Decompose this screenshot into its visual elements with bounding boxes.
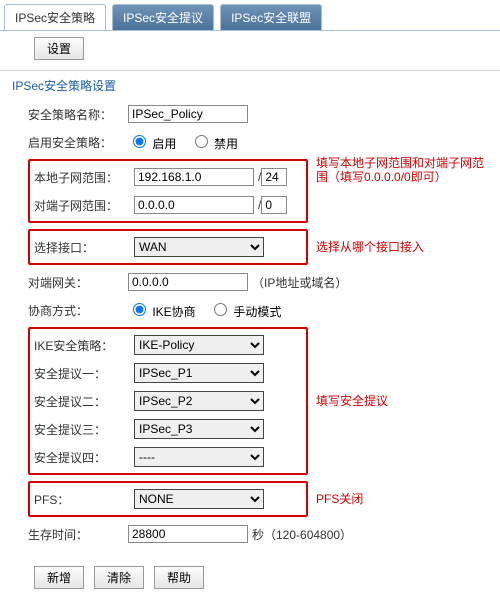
- enable-label: 启用安全策略：: [28, 134, 128, 151]
- add-button[interactable]: 新增: [34, 566, 84, 589]
- annotation-proposal: 填写安全提议: [316, 394, 388, 408]
- sub-toolbar: 设置: [0, 31, 500, 66]
- lifetime-suffix: 秒（120-604800）: [252, 526, 352, 543]
- p2-select[interactable]: IPSec_P2: [134, 391, 264, 411]
- iface-select[interactable]: WAN: [134, 237, 264, 257]
- nego-radio-ike-text: IKE协商: [152, 305, 195, 319]
- enable-radio-on-input[interactable]: [133, 135, 146, 148]
- local-net-cidr-input[interactable]: [261, 168, 287, 186]
- p4-select[interactable]: ----: [134, 447, 264, 467]
- annotation-iface: 选择从哪个接口接入: [316, 240, 424, 254]
- nego-radio-group: IKE协商 手动模式: [128, 300, 291, 320]
- peer-gw-hint: （IP地址或域名）: [252, 274, 347, 291]
- help-button[interactable]: 帮助: [154, 566, 204, 589]
- nego-radio-manual[interactable]: 手动模式: [209, 305, 281, 319]
- p2-label: 安全提议二：: [34, 393, 134, 410]
- enable-radio-on[interactable]: 启用: [128, 137, 176, 151]
- iface-group-box: 选择接口： WAN: [28, 229, 308, 265]
- p1-select[interactable]: IPSec_P1: [134, 363, 264, 383]
- enable-radio-on-text: 启用: [152, 137, 176, 151]
- panel-title: IPSec安全策略设置: [0, 75, 500, 100]
- enable-radio-off-text: 禁用: [214, 137, 238, 151]
- tab-bar: IPSec安全策略 IPSec安全提议 IPSec安全联盟: [0, 0, 500, 31]
- remote-net-label: 对端子网范围：: [34, 197, 134, 214]
- local-net-ip-input[interactable]: [134, 168, 254, 186]
- policy-name-label: 安全策略名称：: [28, 106, 128, 123]
- enable-radio-group: 启用 禁用: [128, 132, 248, 152]
- local-net-label: 本地子网范围：: [34, 169, 134, 186]
- settings-button[interactable]: 设置: [34, 37, 84, 60]
- nego-radio-ike-input[interactable]: [133, 303, 146, 316]
- bottom-button-bar: 新增 清除 帮助: [0, 558, 500, 597]
- tab-ipsec-policy[interactable]: IPSec安全策略: [4, 4, 106, 30]
- policy-name-input[interactable]: [128, 105, 248, 123]
- ike-policy-label: IKE安全策略：: [34, 337, 134, 354]
- annotation-pfs: PFS关闭: [316, 492, 363, 506]
- iface-label: 选择接口：: [34, 239, 134, 256]
- nego-radio-manual-text: 手动模式: [233, 305, 281, 319]
- tab-ipsec-proposal[interactable]: IPSec安全提议: [112, 4, 214, 30]
- lifetime-label: 生存时间：: [28, 526, 128, 543]
- enable-radio-off[interactable]: 禁用: [190, 137, 238, 151]
- peer-gw-input[interactable]: [128, 273, 248, 291]
- annotation-subnet: 填写本地子网范围和对端子网范围（填写0.0.0.0/0即可）: [316, 156, 490, 185]
- peer-gw-label: 对端网关：: [28, 274, 128, 291]
- remote-net-cidr-input[interactable]: [261, 196, 287, 214]
- nego-radio-manual-input[interactable]: [214, 303, 227, 316]
- clear-button[interactable]: 清除: [94, 566, 144, 589]
- enable-radio-off-input[interactable]: [195, 135, 208, 148]
- p4-label: 安全提议四：: [34, 449, 134, 466]
- p3-select[interactable]: IPSec_P3: [134, 419, 264, 439]
- ike-policy-select[interactable]: IKE-Policy: [134, 335, 264, 355]
- form-area: 安全策略名称： 启用安全策略： 启用 禁用 本地子网范围： / 对端子网范围： …: [0, 100, 500, 558]
- subnet-group-box: 本地子网范围： / 对端子网范围： /: [28, 159, 308, 223]
- remote-net-ip-input[interactable]: [134, 196, 254, 214]
- pfs-select[interactable]: NONE: [134, 489, 264, 509]
- nego-radio-ike[interactable]: IKE协商: [128, 305, 196, 319]
- p3-label: 安全提议三：: [34, 421, 134, 438]
- pfs-group-box: PFS： NONE: [28, 481, 308, 517]
- nego-label: 协商方式：: [28, 302, 128, 319]
- lifetime-input[interactable]: [128, 525, 248, 543]
- proposal-group-box: IKE安全策略： IKE-Policy 安全提议一： IPSec_P1 安全提议…: [28, 327, 308, 475]
- tab-ipsec-sa[interactable]: IPSec安全联盟: [220, 4, 322, 30]
- p1-label: 安全提议一：: [34, 365, 134, 382]
- pfs-label: PFS：: [34, 491, 134, 508]
